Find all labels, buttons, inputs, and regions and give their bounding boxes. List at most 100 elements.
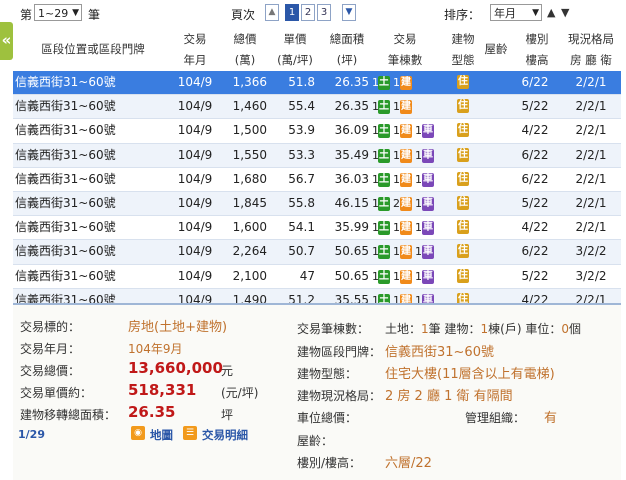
page-1-button[interactable]: 1 bbox=[285, 4, 299, 21]
cell-unit-price: 50.7 bbox=[288, 244, 315, 259]
table-row[interactable]: 信義西街31~60號 104/9 1,366 51.8 26.35 1 土 1 建住 6/22 2/… bbox=[13, 71, 621, 96]
top-bar: 第 1~29 ▼ 筆 頁次 ▲ 1 2 3 ▼ 排序： 年月 ▼ ▲ ▼ bbox=[20, 4, 620, 24]
cell-floor: 5/22 bbox=[521, 268, 549, 283]
parking-badge-icon: 車 bbox=[422, 172, 434, 187]
cell-unit-price: 53.3 bbox=[288, 147, 315, 162]
table-row[interactable]: 信義西街31~60號 104/9 2,264 50.7 50.65 1 土 1 建 1 車住 6/22… bbox=[13, 240, 621, 265]
page-2-button[interactable]: 2 bbox=[301, 4, 315, 21]
sort-select-value: 年月 bbox=[494, 7, 516, 20]
management-label: 管理組織： bbox=[465, 411, 526, 425]
parking-badge-icon: 車 bbox=[422, 221, 434, 236]
count-land-value: 1 bbox=[421, 322, 429, 336]
land-badge-icon: 土 bbox=[378, 124, 390, 139]
cell-floor: 6/22 bbox=[521, 244, 549, 259]
table-row[interactable]: 信義西街31~60號 104/9 1,460 55.4 26.35 1 土 1 建住 5/22 2/… bbox=[13, 95, 621, 120]
residential-badge-icon: 住 bbox=[457, 147, 469, 162]
double-chevron-left-icon: « bbox=[1, 31, 12, 49]
cell-park-count: 1 bbox=[415, 245, 422, 259]
land-badge-icon: 土 bbox=[378, 196, 390, 211]
building-badge-icon: 建 bbox=[400, 221, 412, 236]
cell-unit-price: 55.8 bbox=[288, 195, 315, 210]
cell-total-price: 1,500 bbox=[232, 123, 267, 138]
transaction-detail-link[interactable]: 交易明細 bbox=[202, 427, 248, 443]
page-label: 頁次 bbox=[231, 8, 256, 22]
cell-bldg-count: 1 bbox=[393, 148, 400, 162]
cell-park-count: 1 bbox=[415, 269, 422, 283]
cell-bldg-count: 1 bbox=[393, 245, 400, 259]
land-badge-icon: 土 bbox=[378, 76, 390, 90]
age-label: 屋齡： bbox=[297, 434, 334, 448]
header-total-2[interactable]: (萬) bbox=[223, 50, 267, 71]
residential-badge-icon: 住 bbox=[457, 99, 469, 114]
cell-floor: 5/22 bbox=[521, 99, 549, 114]
map-link[interactable]: 地圖 bbox=[150, 427, 173, 443]
area-label: 建物移轉總面積： bbox=[20, 408, 117, 422]
header-ym-2[interactable]: 年月 bbox=[173, 50, 217, 71]
cell-address: 信義西街31~60號 bbox=[15, 75, 116, 89]
sort-label: 排序： bbox=[444, 8, 481, 22]
range-select-value: 1~29 bbox=[38, 7, 69, 20]
count-bldg-value: 1 bbox=[480, 322, 489, 336]
cell-bldg-count: 1 bbox=[393, 100, 400, 114]
collapse-side-panel-button[interactable]: « bbox=[0, 22, 13, 60]
unit-price-label: 交易單價約： bbox=[20, 386, 93, 400]
range-select[interactable]: 1~29 ▼ bbox=[34, 4, 82, 21]
cell-area: 26.35 bbox=[334, 99, 369, 114]
cell-total-price: 1,845 bbox=[232, 195, 267, 210]
header-ym-1[interactable]: 交易 bbox=[173, 29, 217, 50]
land-badge-icon: 土 bbox=[378, 148, 390, 163]
header-age[interactable]: 屋齡 bbox=[481, 39, 511, 60]
header-area-2[interactable]: (坪) bbox=[321, 50, 373, 71]
cell-bldg-count: 1 bbox=[393, 172, 400, 186]
header-floor-1[interactable]: 樓別 bbox=[515, 29, 559, 50]
document-icon[interactable]: ☰ bbox=[183, 426, 197, 440]
table-row[interactable]: 信義西街31~60號 104/9 1,500 53.9 36.09 1 土 1 建 1 車住 4/22… bbox=[13, 119, 621, 144]
header-floor-2[interactable]: 樓高 bbox=[515, 50, 559, 71]
header-type-2[interactable]: 型態 bbox=[443, 50, 483, 71]
area-unit: 坪 bbox=[221, 408, 234, 422]
header-address[interactable]: 區段位置或區段門牌 bbox=[13, 39, 173, 60]
count-park-suffix: 個 bbox=[569, 322, 582, 336]
cell-address: 信義西街31~60號 bbox=[15, 99, 116, 114]
header-unit-1[interactable]: 單價 bbox=[271, 29, 319, 50]
header-count-1[interactable]: 交易 bbox=[375, 29, 435, 50]
header-total-1[interactable]: 總價 bbox=[223, 29, 267, 50]
count-park-value: 0 bbox=[561, 322, 570, 336]
table-row[interactable]: 信義西街31~60號 104/9 1,680 56.7 36.03 1 土 1 建 1 車住 6/22… bbox=[13, 167, 621, 192]
price-label: 交易總價： bbox=[20, 364, 81, 378]
cell-layout: 3/2/2 bbox=[575, 244, 607, 259]
building-type-value: 住宅大樓(11層含以上有電梯) bbox=[385, 367, 555, 382]
page-3-button[interactable]: 3 bbox=[317, 4, 331, 21]
ym-value: 104年9月 bbox=[128, 342, 183, 356]
cell-area: 36.09 bbox=[334, 123, 369, 138]
sort-ascending-button[interactable]: ▲ bbox=[547, 6, 555, 19]
header-layout-2[interactable]: 房 廳 衛 bbox=[561, 50, 621, 71]
prev-page-button[interactable]: ▲ bbox=[265, 4, 279, 21]
cell-layout: 2/2/1 bbox=[575, 171, 607, 186]
next-page-button[interactable]: ▼ bbox=[342, 4, 356, 21]
table-row[interactable]: 信義西街31~60號 104/9 1,600 54.1 35.99 1 土 1 建 1 車住 4/22… bbox=[13, 216, 621, 241]
target-value: 房地(土地+建物) bbox=[128, 320, 228, 335]
header-count-2[interactable]: 筆棟數 bbox=[375, 50, 435, 71]
cell-park-count: 1 bbox=[415, 148, 422, 162]
building-badge-icon: 建 bbox=[400, 76, 412, 90]
count-park-prefix: 車位： bbox=[525, 322, 562, 336]
table-row[interactable]: 信義西街31~60號 104/9 2,100 47 50.65 1 土 1 建 1 車住 5/22 3/… bbox=[13, 264, 621, 289]
header-layout-1[interactable]: 現況格局 bbox=[561, 29, 621, 50]
table-row[interactable]: 信義西街31~60號 104/9 1,550 53.3 35.49 1 土 1 建 1 車住 6/22… bbox=[13, 143, 621, 168]
cell-layout: 2/2/1 bbox=[575, 99, 607, 114]
cell-area: 35.99 bbox=[334, 220, 369, 235]
header-unit-2[interactable]: (萬/坪) bbox=[271, 50, 319, 71]
table-row[interactable]: 信義西街31~60號 104/9 1,845 55.8 46.15 1 土 2 建 1 車住 5/22… bbox=[13, 191, 621, 217]
header-area-1[interactable]: 總面積 bbox=[321, 29, 373, 50]
building-badge-icon: 建 bbox=[400, 172, 412, 187]
cell-total-price: 2,100 bbox=[232, 268, 267, 283]
map-icon[interactable]: ◉ bbox=[131, 426, 145, 440]
sort-descending-button[interactable]: ▼ bbox=[561, 6, 569, 19]
residential-badge-icon: 住 bbox=[457, 220, 469, 235]
parking-badge-icon: 車 bbox=[422, 124, 434, 139]
cell-address: 信義西街31~60號 bbox=[15, 147, 116, 162]
header-type-1[interactable]: 建物 bbox=[443, 29, 483, 50]
building-badge-icon: 建 bbox=[400, 196, 412, 211]
sort-select[interactable]: 年月 ▼ bbox=[490, 4, 542, 21]
